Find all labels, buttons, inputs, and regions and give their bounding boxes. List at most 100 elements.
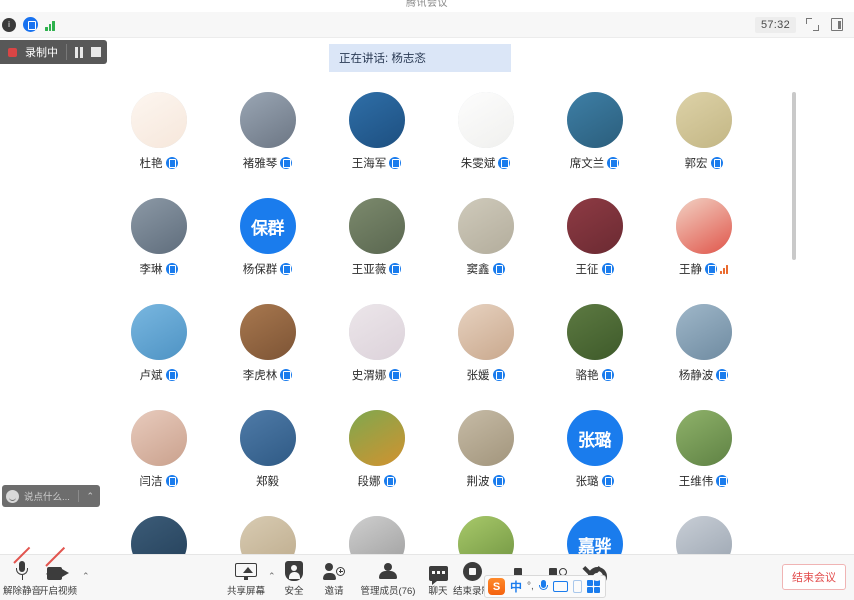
participant-tile[interactable]: 保群杨保群 — [213, 198, 322, 277]
ime-punctuation-label[interactable]: °, — [527, 581, 534, 592]
avatar-photo — [130, 304, 187, 360]
layout-view-icon — [831, 18, 843, 31]
fullscreen-button[interactable] — [803, 16, 821, 34]
avatar — [239, 92, 296, 148]
network-signal-icon[interactable] — [45, 19, 55, 31]
ime-floating-bar[interactable]: S 中 °, — [484, 575, 607, 598]
participants-scrollbar[interactable] — [792, 92, 796, 472]
toolbar-item-start-video[interactable]: 开启视频 — [30, 546, 86, 597]
pause-recording-button[interactable] — [75, 46, 83, 58]
participant-name: 王征 — [575, 264, 599, 276]
shield-icon[interactable]: i — [2, 17, 16, 32]
participant-tile[interactable]: 段娜 — [322, 410, 431, 489]
avatar-photo — [675, 198, 732, 254]
participant-tile[interactable]: 史渭娜 — [322, 304, 431, 383]
participant-name: 杨保群 — [242, 264, 278, 276]
participant-tile[interactable]: 朱雯斌 — [431, 92, 540, 171]
participant-tile[interactable]: 王亚薇 — [322, 198, 431, 277]
participant-tile[interactable]: 杜艳 — [104, 92, 213, 171]
participant-tile[interactable]: 窦鑫 — [431, 198, 540, 277]
avatar-photo — [457, 516, 514, 554]
mic-muted-badge-icon — [389, 263, 402, 275]
participant-tile[interactable]: 王静 — [649, 198, 758, 277]
participant-name-row: 张媛 — [467, 367, 505, 383]
participant-tile[interactable]: 骆艳 — [540, 304, 649, 383]
participant-name-row: 李虎林 — [243, 367, 293, 383]
participant-tile[interactable]: 嘉骅 — [540, 516, 649, 554]
avatar-photo — [348, 304, 405, 360]
participant-name-row: 卢斌 — [140, 367, 178, 383]
mic-muted-badge-icon — [601, 263, 614, 275]
scrollbar-thumb[interactable] — [792, 92, 796, 260]
participant-tile[interactable]: 李虎林 — [213, 304, 322, 383]
participant-name-row: 史渭娜 — [352, 367, 402, 383]
toolbar-label: 共享屏幕 — [226, 586, 265, 597]
encryption-lock-icon[interactable] — [23, 17, 38, 32]
mic-muted-badge-icon — [716, 369, 729, 381]
participant-grid: 杜艳 褚雅琴 王海军 朱雯斌 席文兰 郭宏 李琳 保群 杨保群 王亚薇 窦鑫 王征 王静 卢斌 李虎林 史渭娜… — [104, 92, 758, 554]
avatar-photo — [457, 410, 514, 466]
avatar-photo — [566, 304, 623, 360]
participant-name: 杨静波 — [678, 370, 714, 382]
avatar-photo — [348, 92, 405, 148]
chevron-up-icon[interactable]: ⌃ — [84, 491, 96, 502]
ime-logo-icon[interactable]: S — [488, 578, 505, 595]
participant-name: 李琳 — [139, 264, 163, 276]
voice-input-icon[interactable] — [538, 579, 548, 594]
avatar — [457, 92, 514, 148]
participant-tile[interactable]: 卢斌 — [104, 304, 213, 383]
participant-tile[interactable]: 杨静波 — [649, 304, 758, 383]
participant-tile[interactable]: 张璐 张璐 — [540, 410, 649, 489]
participant-name: 荆波 — [466, 476, 490, 488]
avatar-photo — [239, 516, 296, 554]
participant-tile[interactable] — [322, 516, 431, 554]
avatar — [457, 516, 514, 554]
mic-muted-badge-icon — [498, 157, 511, 169]
soft-keyboard-icon[interactable] — [552, 581, 568, 592]
participant-tile[interactable]: 闫洁 — [104, 410, 213, 489]
emoji-icon[interactable] — [6, 489, 19, 503]
avatar: 保群 — [239, 198, 296, 254]
participant-name-row: 王静 — [679, 261, 728, 277]
participant-tile[interactable]: 李琳 — [104, 198, 213, 277]
mic-muted-badge-icon — [165, 475, 178, 487]
avatar-photo — [348, 198, 405, 254]
participant-name: 张媛 — [466, 370, 490, 382]
participant-tile[interactable]: 荆波 — [431, 410, 540, 489]
avatar — [457, 410, 514, 466]
avatar — [566, 304, 623, 360]
mic-muted-badge-icon — [383, 475, 396, 487]
participant-tile[interactable]: 王维伟 — [649, 410, 758, 489]
participant-tile[interactable]: 王征 — [540, 198, 649, 277]
ime-mode-label[interactable]: 中 — [510, 578, 522, 595]
avatar-initials: 保群 — [251, 218, 285, 238]
participant-name-row: 李琳 — [140, 261, 178, 277]
participant-tile[interactable]: 王海军 — [322, 92, 431, 171]
avatar — [348, 516, 405, 554]
participant-tile[interactable] — [649, 516, 758, 554]
stop-recording-button[interactable] — [91, 47, 101, 57]
avatar — [239, 304, 296, 360]
participant-tile[interactable]: 郭宏 — [649, 92, 758, 171]
avatar-photo — [566, 198, 623, 254]
participant-tile[interactable]: 褚雅琴 — [213, 92, 322, 171]
mic-muted-badge-icon — [492, 263, 505, 275]
camera-off-icon — [45, 546, 69, 581]
participant-name: 窦鑫 — [466, 264, 490, 276]
phone-input-icon[interactable] — [572, 580, 582, 593]
avatar — [130, 92, 187, 148]
desktop-background: 腾讯会议 — [0, 0, 854, 12]
layout-view-button[interactable] — [828, 16, 846, 34]
recording-label: 录制中 — [25, 47, 58, 59]
participant-tile[interactable]: 郑毅 — [213, 410, 322, 489]
ime-toolbox-icon[interactable] — [586, 579, 601, 594]
camera-options-caret-icon[interactable]: ⌃ — [82, 571, 90, 582]
participant-tile[interactable] — [431, 516, 540, 554]
participant-tile[interactable] — [213, 516, 322, 554]
participant-tile[interactable]: 张媛 — [431, 304, 540, 383]
quick-chat-input[interactable]: 说点什么... ⌃ — [2, 485, 100, 507]
participant-tile[interactable]: 席文兰 — [540, 92, 649, 171]
participant-tile[interactable] — [104, 516, 213, 554]
avatar — [348, 410, 405, 466]
end-meeting-button[interactable]: 结束会议 — [782, 564, 846, 590]
